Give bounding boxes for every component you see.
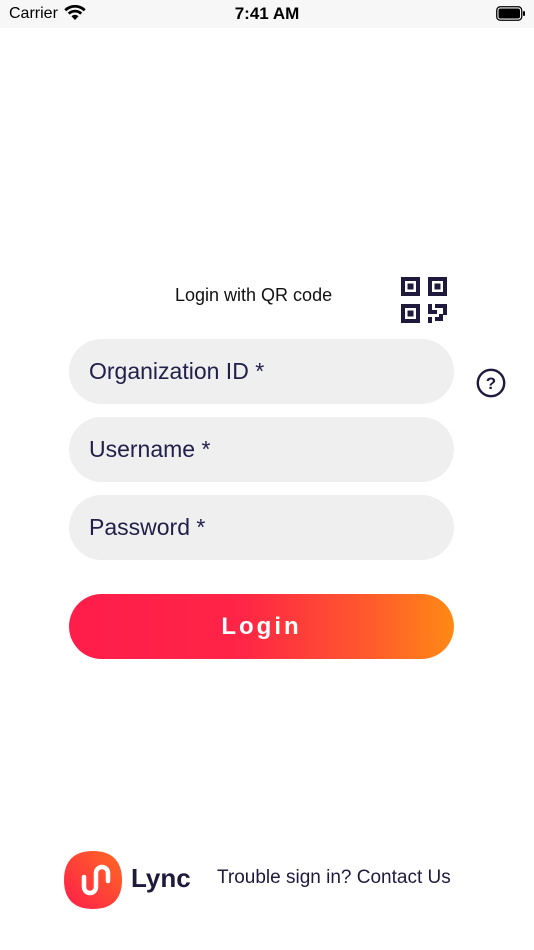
organization-id-field[interactable] [69,339,454,404]
qr-login-label[interactable]: Login with QR code [175,285,332,306]
lync-logo-text: Lync [131,863,191,893]
footer: Lync Trouble sign in? Contact Us [0,846,534,910]
qr-code-icon[interactable] [400,276,448,324]
question-circle-icon[interactable]: ? [476,368,506,398]
password-field[interactable] [69,495,454,560]
clock: 7:41 AM [234,4,300,23]
password-input[interactable] [89,495,434,560]
lync-logo-icon [64,851,122,909]
battery-icon [496,6,525,21]
login-button[interactable]: Login [69,594,454,659]
qr-login-row[interactable]: Login with QR code [0,276,534,324]
username-input[interactable] [89,417,434,482]
trouble-sign-in-text: Trouble sign in? Contact Us [217,867,451,889]
trouble-label: Trouble sign in? [217,867,352,888]
username-field[interactable] [69,417,454,482]
svg-text:?: ? [486,374,496,393]
organization-id-input[interactable] [89,339,434,404]
contact-us-link[interactable]: Contact Us [357,867,451,888]
status-bar: Carrier 7:41 AM [0,0,534,28]
